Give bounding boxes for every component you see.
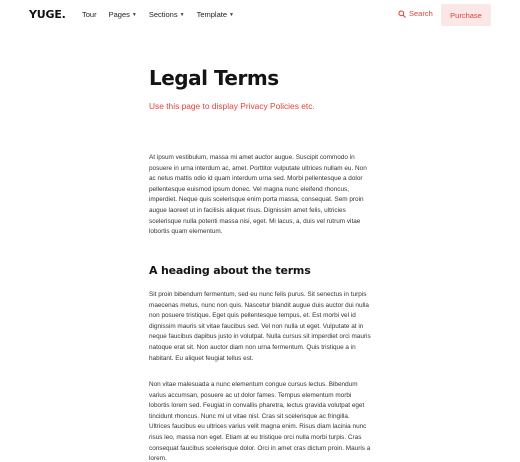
menu-item-template[interactable]: Template ▼ — [197, 10, 234, 19]
menu-item-label: Template — [196, 10, 227, 19]
site-logo[interactable]: YUGE. — [29, 8, 66, 21]
menu-item-label: Pages — [108, 10, 130, 19]
menu-item-label: Tour — [82, 10, 97, 19]
menu-item-tour[interactable]: Tour — [82, 10, 97, 19]
page-subtitle: Use this page to display Privacy Policie… — [149, 101, 315, 111]
top-navigation: YUGE. Tour Pages ▼ Sections ▼ Template ▼… — [0, 0, 520, 31]
section-heading: A heading about the terms — [149, 264, 311, 277]
main-menu: Tour Pages ▼ Sections ▼ Template ▼ — [82, 10, 246, 19]
chevron-down-icon: ▼ — [179, 11, 185, 18]
body-paragraph: Sit proin bibendum fermentum, sed eu nun… — [149, 291, 371, 362]
search-button[interactable]: Search — [398, 9, 433, 18]
body-paragraph: At ipsum vestibulum, massa mi amet aucto… — [149, 154, 367, 236]
chevron-down-icon: ▼ — [229, 11, 234, 18]
menu-item-label: Sections — [148, 10, 178, 19]
menu-item-pages[interactable]: Pages ▼ — [109, 10, 137, 19]
search-icon — [398, 9, 406, 18]
chevron-down-icon: ▼ — [131, 11, 137, 18]
search-label: Search — [409, 9, 433, 18]
body-paragraph: Non vitae malesuada a nunc elementum con… — [149, 381, 371, 462]
page-title: Legal Terms — [149, 66, 279, 90]
menu-item-sections[interactable]: Sections ▼ — [149, 10, 185, 19]
purchase-button[interactable]: Purchase — [441, 4, 491, 26]
